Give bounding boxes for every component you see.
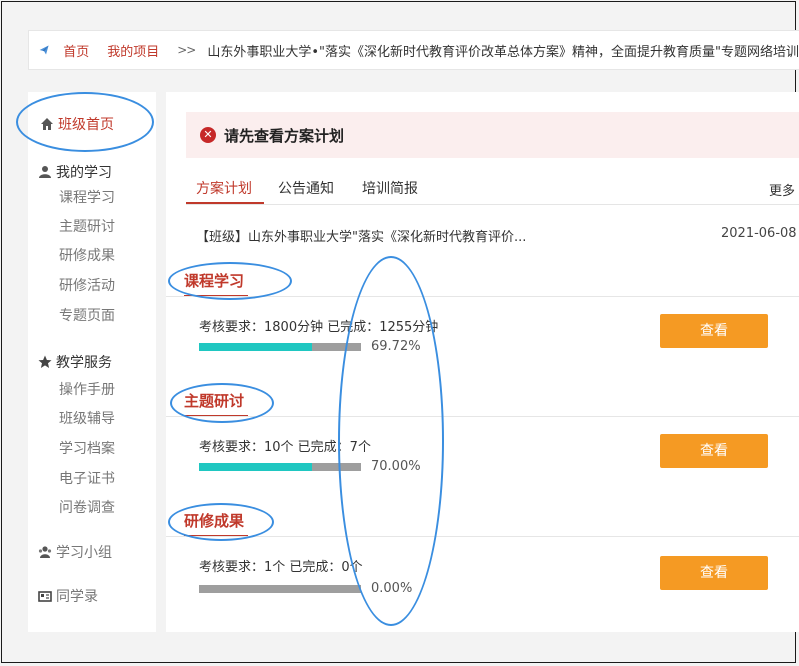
sidebar-item-course-study[interactable]: 课程学习 — [59, 187, 115, 207]
notice-date: 2021-06-08 — [721, 226, 797, 241]
sidebar-section-label: 教学服务 — [56, 355, 112, 371]
sidebar: 班级首页 我的学习 课程学习 主题研讨 研修成果 研修活动 专题页面 教学服务 … — [28, 92, 156, 632]
section-title-results: 研修成果 — [184, 512, 245, 530]
more-link[interactable]: 更多 — [769, 180, 795, 199]
notice-title-link[interactable]: 【班级】山东外事职业大学"落实《深化新时代教育评价... — [196, 226, 526, 245]
progress-bar — [199, 343, 361, 351]
section-divider — [166, 296, 799, 297]
paper-plane-icon — [39, 45, 49, 55]
alert-banner: ✕ 请先查看方案计划 — [186, 112, 799, 158]
breadcrumb-separator: >> — [177, 43, 196, 57]
sidebar-section-teaching[interactable]: 教学服务 — [38, 352, 112, 372]
sidebar-item-class-home[interactable]: 班级首页 — [40, 114, 114, 134]
sidebar-item-study-archive[interactable]: 学习档案 — [59, 438, 115, 458]
breadcrumb-home-link[interactable]: 首页 — [63, 41, 89, 60]
tab-bar: 方案计划 公告通知 培训简报 更多 — [186, 176, 799, 205]
tab-active-indicator — [186, 202, 264, 204]
sidebar-item-survey[interactable]: 问卷调查 — [59, 497, 115, 517]
sidebar-item-label: 学习小组 — [56, 545, 112, 561]
sidebar-section-label: 我的学习 — [56, 165, 112, 181]
sidebar-item-certificate[interactable]: 电子证书 — [59, 468, 115, 488]
breadcrumb-project-link[interactable]: 我的项目 — [107, 41, 159, 60]
tab-plan[interactable]: 方案计划 — [196, 178, 252, 198]
sidebar-item-classmates[interactable]: 同学录 — [38, 586, 98, 606]
progress-percent: 70.00% — [371, 459, 421, 474]
star-icon — [38, 355, 52, 368]
sidebar-item-class-tutoring[interactable]: 班级辅导 — [59, 408, 115, 428]
section-title-discussion: 主题研讨 — [184, 392, 245, 410]
requirement-text: 考核要求：1800分钟 已完成：1255分钟 — [199, 320, 439, 335]
breadcrumb: 首页 我的项目 >> 山东外事职业大学•"落实《深化新时代教育评价改革总体方案》… — [28, 30, 799, 70]
requirement-text: 考核要求：10个 已完成：7个 — [199, 440, 371, 455]
tab-announcements[interactable]: 公告通知 — [278, 178, 334, 198]
sidebar-item-study-group[interactable]: 学习小组 — [38, 542, 112, 562]
sidebar-item-study-results[interactable]: 研修成果 — [59, 245, 115, 265]
section-divider — [166, 536, 799, 537]
sidebar-item-label: 班级首页 — [58, 117, 114, 133]
sidebar-item-study-activities[interactable]: 研修活动 — [59, 275, 115, 295]
section-divider — [166, 416, 799, 417]
sidebar-item-label: 同学录 — [56, 589, 98, 605]
view-button-results[interactable]: 查看 — [660, 556, 768, 590]
user-icon — [39, 166, 51, 178]
home-icon — [41, 118, 53, 130]
view-button-course[interactable]: 查看 — [660, 314, 768, 348]
requirement-text: 考核要求：1个 已完成：0个 — [199, 560, 363, 575]
section-title-course: 课程学习 — [184, 272, 245, 290]
progress-percent: 69.72% — [371, 339, 421, 354]
tab-briefings[interactable]: 培训简报 — [362, 178, 418, 198]
sidebar-item-topic-page[interactable]: 专题页面 — [59, 305, 115, 325]
address-book-icon — [38, 591, 52, 602]
progress-percent: 0.00% — [371, 581, 413, 596]
progress-fill — [199, 343, 312, 351]
group-icon — [38, 546, 52, 558]
alert-text: 请先查看方案计划 — [224, 126, 345, 145]
main-panel: ✕ 请先查看方案计划 方案计划 公告通知 培训简报 更多 【班级】山东外事职业大… — [166, 92, 799, 632]
sidebar-item-topic-discussion[interactable]: 主题研讨 — [59, 216, 115, 236]
progress-bar — [199, 585, 361, 593]
view-button-discussion[interactable]: 查看 — [660, 434, 768, 468]
sidebar-item-manual[interactable]: 操作手册 — [59, 379, 115, 399]
error-icon: ✕ — [200, 127, 216, 143]
sidebar-section-my-study[interactable]: 我的学习 — [38, 162, 112, 182]
progress-bar — [199, 463, 361, 471]
breadcrumb-current: 山东外事职业大学•"落实《深化新时代教育评价改革总体方案》精神，全面提升教育质量… — [207, 44, 799, 60]
progress-fill — [199, 463, 313, 471]
